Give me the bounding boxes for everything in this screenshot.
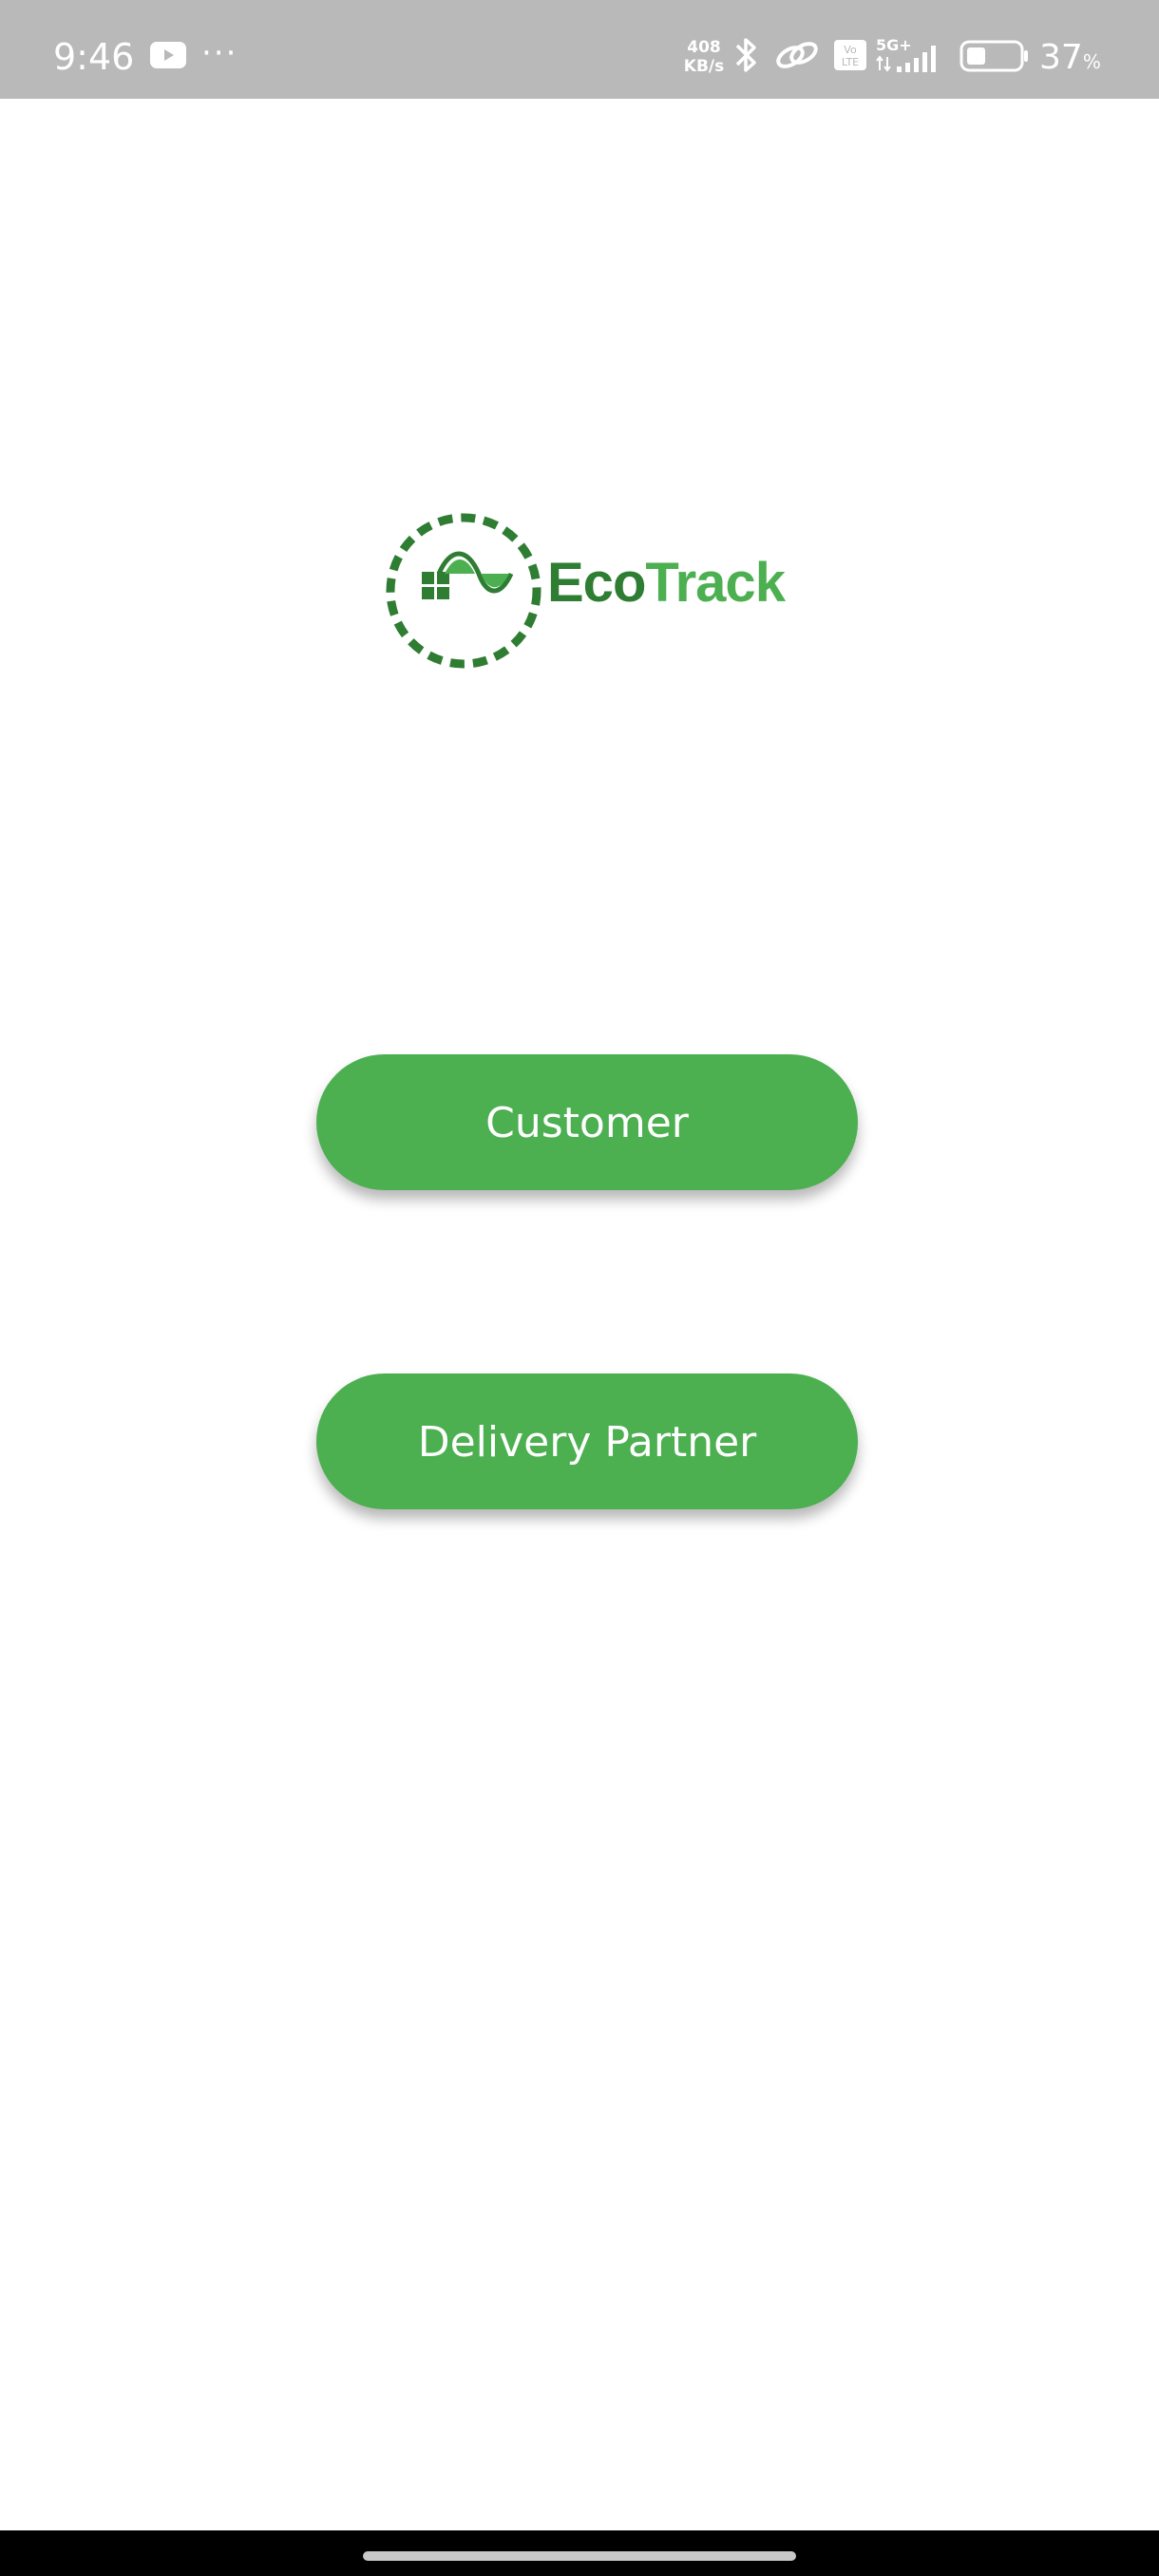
- battery-icon: [960, 40, 1028, 72]
- battery-percent-value: 37: [1039, 38, 1083, 77]
- svg-text:LTE: LTE: [842, 56, 859, 68]
- more-notifications-icon: ···: [201, 34, 238, 72]
- home-gesture-handle[interactable]: [363, 2551, 796, 2561]
- status-bar: 9:46 ··· 408 KB/s Vo LTE 5G+ 37%: [0, 0, 1159, 99]
- navigation-bar: [0, 2530, 1159, 2576]
- battery-percentage: 37%: [1039, 36, 1101, 84]
- ecotrack-logo: EcoTrack: [380, 507, 817, 674]
- volte-icon: Vo LTE: [834, 40, 866, 70]
- logo-text-eco: Eco: [547, 552, 646, 614]
- bluetooth-icon: [735, 38, 756, 72]
- battery-percent-unit: %: [1082, 50, 1101, 73]
- status-time: 9:46: [53, 36, 135, 78]
- cellular-signal-icon: 5G+: [876, 36, 936, 72]
- hotspot-link-icon: [776, 42, 818, 68]
- customer-button[interactable]: Customer: [316, 1054, 858, 1190]
- ecotrack-logo-text: EcoTrack: [547, 549, 786, 617]
- delivery-partner-button[interactable]: Delivery Partner: [316, 1373, 858, 1509]
- svg-text:5G+: 5G+: [876, 36, 912, 54]
- network-speed-unit: KB/s: [683, 57, 725, 76]
- svg-text:Vo: Vo: [844, 44, 857, 56]
- youtube-icon: [150, 42, 186, 68]
- network-speed-value: 408: [687, 38, 721, 57]
- ecotrack-logo-emblem: [386, 513, 542, 669]
- network-speed: 408 KB/s: [680, 38, 728, 76]
- logo-text-track: Track: [645, 552, 786, 614]
